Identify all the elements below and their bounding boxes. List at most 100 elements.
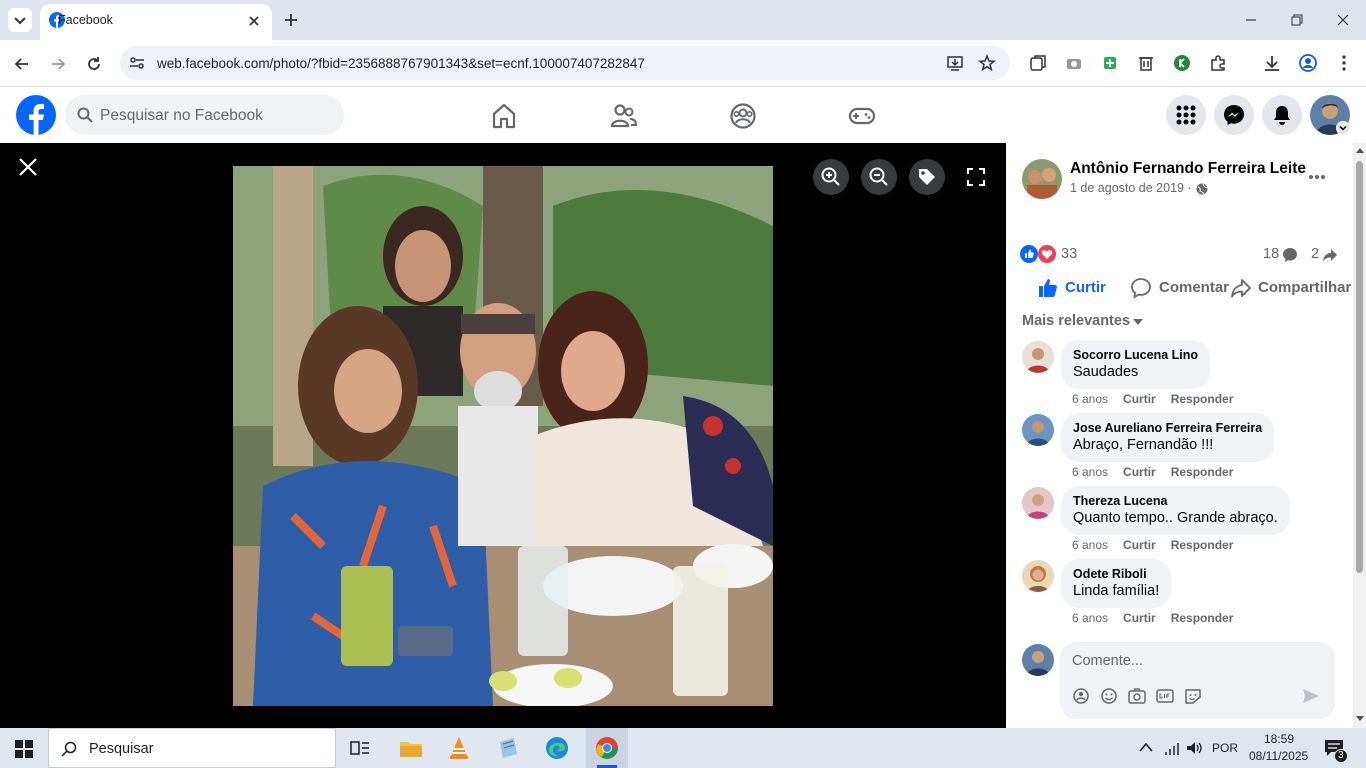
comment-like-link[interactable]: Curtir [1123,392,1156,406]
input-language[interactable]: POR [1212,741,1238,755]
install-app-icon[interactable] [946,54,964,72]
site-settings-icon[interactable] [128,54,146,72]
panel-scrollbar[interactable] [1353,143,1366,728]
clock-time[interactable]: 18:59 [1264,732,1294,746]
restore-window-icon[interactable] [1289,12,1305,28]
tag-photo-button[interactable] [909,159,945,195]
comment-button[interactable]: Comentar [1130,275,1232,301]
profile-icon[interactable] [1299,54,1317,72]
comment-reply-link[interactable]: Responder [1171,465,1234,479]
love-reaction-icon[interactable] [1038,245,1056,263]
edge-browser-icon[interactable] [545,736,569,760]
bookmark-star-icon[interactable] [978,54,996,72]
sticker-icon[interactable] [1184,688,1202,704]
friends-icon[interactable] [609,102,637,130]
comment-author[interactable]: Socorro Lucena Lino [1073,347,1198,363]
browser-tab-facebook[interactable]: Facebook [40,4,272,40]
facebook-logo-icon[interactable] [16,95,56,135]
account-menu-button[interactable] [1336,121,1350,135]
clock-date[interactable]: 08/11/2025 [1249,749,1308,763]
tab-search-button[interactable] [8,8,32,32]
back-icon[interactable] [12,54,32,74]
comment-author[interactable]: Odete Riboli [1073,566,1159,582]
zoom-out-button[interactable] [861,159,897,195]
post-author-name[interactable]: Antônio Fernando Ferreira Leite [1070,160,1306,178]
menu-button[interactable] [1166,95,1206,135]
shares-count[interactable]: 2 [1311,246,1319,262]
like-button[interactable]: Curtir [1034,275,1124,301]
author-avatar[interactable] [1022,159,1062,199]
comment-avatar[interactable] [1022,560,1054,592]
network-icon[interactable] [1164,740,1182,756]
comment-age[interactable]: 6 anos [1072,538,1108,552]
notifications-button[interactable] [1262,95,1302,135]
comment-age[interactable]: 6 anos [1072,465,1108,479]
extension-trash-icon[interactable] [1137,54,1155,72]
close-icon[interactable] [18,157,38,177]
vlc-icon[interactable] [448,736,470,760]
more-options-icon[interactable] [1308,167,1326,185]
comment-reply-link[interactable]: Responder [1171,611,1234,625]
comment-like-link[interactable]: Curtir [1123,465,1156,479]
comment-like-link[interactable]: Curtir [1123,611,1156,625]
new-tab-icon[interactable] [283,12,299,28]
post-date[interactable]: 1 de agosto de 2019 · [1070,181,1192,195]
comment-avatar[interactable] [1022,341,1054,373]
taskbar-search[interactable]: Pesquisar [48,728,336,768]
comment-reply-link[interactable]: Responder [1171,538,1234,552]
reactions-count[interactable]: 33 [1061,246,1077,262]
scroll-down-arrow-icon[interactable] [1356,716,1364,722]
extension-copy-icon[interactable] [1029,54,1047,72]
gaming-icon[interactable] [848,102,876,130]
like-reaction-icon[interactable] [1020,245,1038,263]
gif-icon[interactable] [1156,688,1174,704]
comment-author[interactable]: Thereza Lucena [1073,493,1278,509]
comments-count[interactable]: 18 [1263,246,1279,262]
extension-k-icon[interactable] [1173,54,1191,72]
scrollbar-thumb[interactable] [1356,161,1363,573]
comment-avatar[interactable] [1022,487,1054,519]
windows-start-icon[interactable] [15,740,33,758]
chrome-taskbar-button[interactable] [586,728,628,768]
show-hidden-icons-icon[interactable] [1139,741,1153,753]
minimize-window-icon[interactable] [1243,12,1259,28]
extensions-icon[interactable] [1209,54,1227,72]
comment-age[interactable]: 6 anos [1072,611,1108,625]
messenger-button[interactable] [1214,95,1254,135]
comment-reply-link[interactable]: Responder [1171,392,1234,406]
fullscreen-icon[interactable] [966,167,986,187]
camera-icon[interactable] [1128,688,1146,704]
forward-icon[interactable] [48,54,68,74]
comment-composer[interactable]: Comente... [1060,642,1335,719]
extension-puzzle-green-icon[interactable] [1101,54,1119,72]
comment-avatar[interactable] [1022,414,1054,446]
close-window-icon[interactable] [1335,12,1351,28]
file-explorer-icon[interactable] [399,738,423,758]
comment-sort-dropdown[interactable]: Mais relevantes [1022,312,1162,332]
volume-icon[interactable] [1186,740,1204,756]
browser-menu-icon[interactable] [1335,54,1353,72]
send-icon[interactable] [1302,688,1320,704]
extension-camera-icon[interactable] [1065,54,1083,72]
reload-icon[interactable] [84,54,104,74]
share-button[interactable]: Compartilhar [1230,275,1366,301]
home-icon[interactable] [490,102,518,130]
comment-like-link[interactable]: Curtir [1123,538,1156,552]
close-tab-icon[interactable] [246,13,262,29]
address-bar[interactable]: web.facebook.com/photo/?fbid=23568887679… [120,46,1010,80]
post-photo[interactable] [233,166,773,706]
app-notes-icon[interactable] [497,737,519,759]
zoom-in-button[interactable] [813,159,849,195]
facebook-search-box[interactable]: Pesquisar no Facebook [65,95,344,135]
groups-icon[interactable] [729,102,757,130]
emoji-icon[interactable] [1100,688,1118,704]
scroll-up-arrow-icon[interactable] [1356,147,1364,153]
comment-author[interactable]: Jose Aureliano Ferreira Ferreira [1073,420,1262,436]
post-details-panel: Antônio Fernando Ferreira Leite 1 de ago… [1006,143,1366,728]
comment-age[interactable]: 6 anos [1072,392,1108,406]
avatar-sticker-icon[interactable] [1072,688,1090,704]
commenter-avatar-image-icon [1022,560,1054,592]
comment-text: Quanto tempo.. Grande abraço. [1073,510,1278,526]
downloads-icon[interactable] [1263,54,1281,72]
task-view-icon[interactable] [350,739,370,757]
